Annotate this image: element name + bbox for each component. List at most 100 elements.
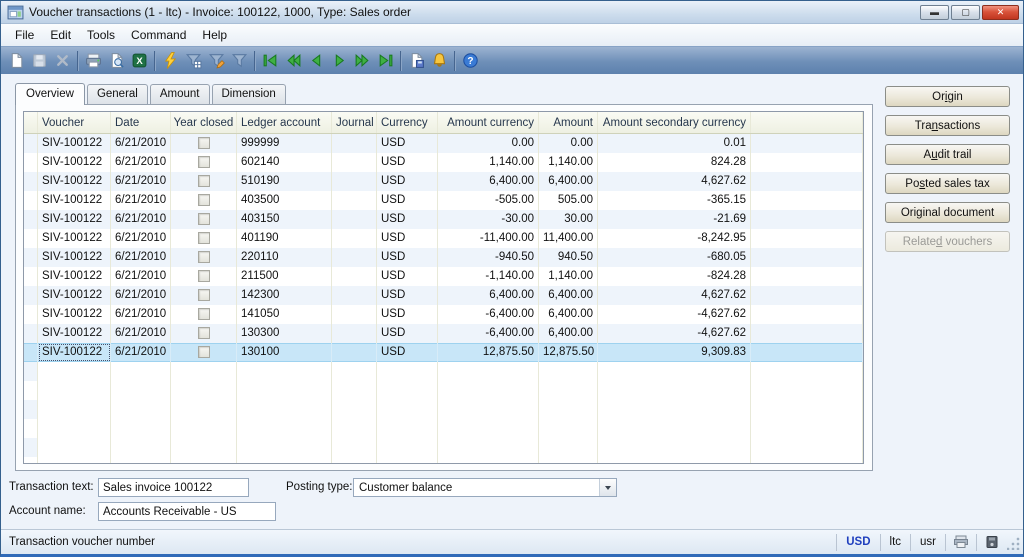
- cell-ledger-account[interactable]: 130100: [237, 343, 332, 362]
- cell-date[interactable]: 6/21/2010: [111, 286, 171, 305]
- column-header-voucher[interactable]: Voucher: [38, 112, 111, 133]
- cell-currency[interactable]: USD: [377, 191, 438, 210]
- cell-amount-currency[interactable]: 0.00: [438, 134, 539, 153]
- previous-page-icon[interactable]: [282, 49, 305, 72]
- table-row[interactable]: SIV-100122 6/21/2010 999999 USD 0.00 0.00 0.01: [24, 134, 863, 153]
- transactions-grid[interactable]: Voucher Date Year closed Ledger account Jour…: [23, 111, 864, 464]
- cell-date[interactable]: 6/21/2010: [111, 153, 171, 172]
- cell-ledger-account[interactable]: 211500: [237, 267, 332, 286]
- print-preview-icon[interactable]: [105, 49, 128, 72]
- cell-journal[interactable]: [332, 343, 377, 362]
- cell-date[interactable]: 6/21/2010: [111, 343, 171, 362]
- cell-currency[interactable]: USD: [377, 248, 438, 267]
- cell-amount[interactable]: 6,400.00: [539, 286, 598, 305]
- cell-ledger-account[interactable]: 401190: [237, 229, 332, 248]
- cell-amount-secondary-currency[interactable]: 4,627.62: [598, 172, 751, 191]
- cell-date[interactable]: 6/21/2010: [111, 267, 171, 286]
- cell-journal[interactable]: [332, 172, 377, 191]
- cell-voucher[interactable]: SIV-100122: [38, 305, 111, 324]
- cell-currency[interactable]: USD: [377, 172, 438, 191]
- column-header-amount-secondary-currency[interactable]: Amount secondary currency: [598, 112, 751, 133]
- print-icon[interactable]: [82, 49, 105, 72]
- cell-voucher[interactable]: SIV-100122: [38, 248, 111, 267]
- account-name-input[interactable]: [98, 502, 276, 521]
- cell-amount-secondary-currency[interactable]: -21.69: [598, 210, 751, 229]
- column-header-currency[interactable]: Currency: [377, 112, 438, 133]
- menu-item-help[interactable]: Help: [194, 26, 235, 44]
- origin-button[interactable]: Origin: [885, 86, 1010, 107]
- alerts-icon[interactable]: [428, 49, 451, 72]
- previous-record-icon[interactable]: [305, 49, 328, 72]
- cell-journal[interactable]: [332, 210, 377, 229]
- cell-amount[interactable]: 6,400.00: [539, 172, 598, 191]
- cell-amount-currency[interactable]: 12,875.50: [438, 343, 539, 362]
- first-record-icon[interactable]: [259, 49, 282, 72]
- cell-currency[interactable]: USD: [377, 343, 438, 362]
- cell-amount[interactable]: 6,400.00: [539, 305, 598, 324]
- cell-journal[interactable]: [332, 324, 377, 343]
- cell-date[interactable]: 6/21/2010: [111, 248, 171, 267]
- table-row[interactable]: SIV-100122 6/21/2010 130300 USD -6,400.00 6,4…: [24, 324, 863, 343]
- resize-grip[interactable]: [1007, 536, 1021, 550]
- cell-voucher[interactable]: SIV-100122: [38, 134, 111, 153]
- cell-currency[interactable]: USD: [377, 210, 438, 229]
- cell-amount[interactable]: 505.00: [539, 191, 598, 210]
- table-row[interactable]: SIV-100122 6/21/2010 211500 USD -1,140.00 1,1…: [24, 267, 863, 286]
- cell-date[interactable]: 6/21/2010: [111, 305, 171, 324]
- help-icon[interactable]: ?: [459, 49, 482, 72]
- cell-amount-secondary-currency[interactable]: 0.01: [598, 134, 751, 153]
- cell-ledger-account[interactable]: 142300: [237, 286, 332, 305]
- cell-amount-currency[interactable]: -1,140.00: [438, 267, 539, 286]
- cell-voucher[interactable]: SIV-100122: [38, 191, 111, 210]
- cell-voucher[interactable]: SIV-100122: [38, 229, 111, 248]
- cell-voucher[interactable]: SIV-100122: [38, 286, 111, 305]
- cell-journal[interactable]: [332, 267, 377, 286]
- cell-amount-currency[interactable]: -30.00: [438, 210, 539, 229]
- cell-ledger-account[interactable]: 141050: [237, 305, 332, 324]
- audit-trail-button[interactable]: Audit trail: [885, 144, 1010, 165]
- posting-type-combobox[interactable]: Customer balance: [353, 478, 617, 497]
- cell-journal[interactable]: [332, 191, 377, 210]
- column-header-amount[interactable]: Amount: [539, 112, 598, 133]
- cell-journal[interactable]: [332, 153, 377, 172]
- transaction-text-input[interactable]: [98, 478, 249, 497]
- chevron-down-icon[interactable]: [599, 479, 616, 496]
- cell-ledger-account[interactable]: 130300: [237, 324, 332, 343]
- cell-amount-currency[interactable]: -505.00: [438, 191, 539, 210]
- cell-amount[interactable]: 30.00: [539, 210, 598, 229]
- table-row[interactable]: SIV-100122 6/21/2010 401190 USD -11,400.00 11…: [24, 229, 863, 248]
- cell-amount-currency[interactable]: 6,400.00: [438, 172, 539, 191]
- remove-filter-icon[interactable]: [228, 49, 251, 72]
- cell-amount-secondary-currency[interactable]: 9,309.83: [598, 343, 751, 362]
- cell-currency[interactable]: USD: [377, 153, 438, 172]
- cell-date[interactable]: 6/21/2010: [111, 210, 171, 229]
- cell-journal[interactable]: [332, 286, 377, 305]
- tab-general[interactable]: General: [86, 84, 148, 104]
- next-record-icon[interactable]: [328, 49, 351, 72]
- cell-amount-secondary-currency[interactable]: 824.28: [598, 153, 751, 172]
- cell-currency[interactable]: USD: [377, 324, 438, 343]
- table-row[interactable]: SIV-100122 6/21/2010 602140 USD 1,140.00 1,14…: [24, 153, 863, 172]
- cell-currency[interactable]: USD: [377, 305, 438, 324]
- cell-amount-secondary-currency[interactable]: -680.05: [598, 248, 751, 267]
- cell-ledger-account[interactable]: 510190: [237, 172, 332, 191]
- menu-item-file[interactable]: File: [7, 26, 42, 44]
- original-document-button[interactable]: Original document: [885, 202, 1010, 223]
- cell-voucher[interactable]: SIV-100122: [38, 324, 111, 343]
- cell-date[interactable]: 6/21/2010: [111, 191, 171, 210]
- cell-amount[interactable]: 940.50: [539, 248, 598, 267]
- cell-ledger-account[interactable]: 403500: [237, 191, 332, 210]
- cell-voucher[interactable]: SIV-100122: [38, 343, 111, 362]
- cell-amount[interactable]: 0.00: [539, 134, 598, 153]
- close-button[interactable]: ✕: [982, 4, 1019, 20]
- minimize-button[interactable]: ▬: [920, 4, 949, 20]
- column-header-journal[interactable]: Journal: [332, 112, 377, 133]
- cell-amount-currency[interactable]: -940.50: [438, 248, 539, 267]
- cell-currency[interactable]: USD: [377, 267, 438, 286]
- last-record-icon[interactable]: [374, 49, 397, 72]
- cell-amount-currency[interactable]: 1,140.00: [438, 153, 539, 172]
- cell-date[interactable]: 6/21/2010: [111, 134, 171, 153]
- cell-journal[interactable]: [332, 248, 377, 267]
- cell-voucher[interactable]: SIV-100122: [38, 153, 111, 172]
- cell-date[interactable]: 6/21/2010: [111, 172, 171, 191]
